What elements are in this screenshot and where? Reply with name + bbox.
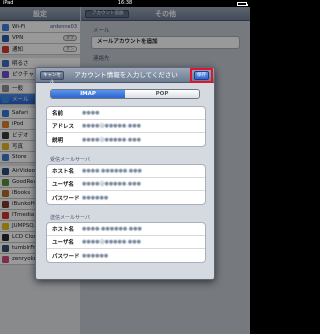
sheet-title: アカウント情報を入力してください [74,71,178,79]
address-row[interactable]: アドレス ●●●●@●●●●●.●●● [47,120,205,133]
outgoing-password-field[interactable]: ●●●●●● [82,253,108,259]
incoming-user-label: ユーザ名 [52,182,74,188]
outgoing-server-header: 送信メールサーバ [50,215,90,221]
incoming-host-label: ホスト名 [52,169,75,175]
ipad-screen: iPad 16:38 設定 Wi-Fi ardenne03 VPN オフ 通知 オン 明るさ… [0,0,250,334]
outgoing-user-row[interactable]: ユーザ名 ●●●●@●●●●●.●●● [47,236,205,249]
address-field[interactable]: ●●●●@●●●●●.●●● [82,123,141,129]
description-label: 説明 [52,137,64,144]
status-bar: iPad 16:38 [0,0,250,7]
outgoing-user-label: ユーザ名 [52,240,74,246]
address-label: アドレス [52,124,75,130]
tab-imap[interactable]: IMAP [51,90,125,98]
outgoing-host-row[interactable]: ホスト名 ●●●●.●●●●●●.●●● [47,223,205,236]
incoming-password-field[interactable]: ●●●●●● [82,195,108,201]
outgoing-server-group: ホスト名 ●●●●.●●●●●●.●●● ユーザ名 ●●●●@●●●●●.●●●… [46,222,206,263]
incoming-password-label: パスワード [52,195,80,202]
cancel-button[interactable]: キャンセル [40,71,64,85]
sheet-navbar: キャンセル アカウント情報を入力してください 保存 [36,68,214,85]
incoming-host-field[interactable]: ●●●●.●●●●●●.●●● [82,168,142,174]
outgoing-user-field[interactable]: ●●●●@●●●●●.●●● [82,239,141,245]
outgoing-password-label: パスワード [52,253,80,260]
name-row[interactable]: 名前 ●●●● [47,107,205,120]
battery-icon [237,2,248,6]
incoming-server-group: ホスト名 ●●●●.●●●●●●.●●● ユーザ名 ●●●●@●●●●●.●●●… [46,164,206,205]
incoming-password-row[interactable]: パスワード ●●●●●● [47,191,205,204]
name-field[interactable]: ●●●● [82,110,99,116]
incoming-host-row[interactable]: ホスト名 ●●●●.●●●●●●.●●● [47,165,205,178]
save-highlight-box [190,68,213,83]
outgoing-password-row[interactable]: パスワード ●●●●●● [47,249,205,262]
account-info-sheet: キャンセル アカウント情報を入力してください 保存 IMAP POP 名前 ●●… [35,67,215,280]
incoming-server-header: 受信メールサーバ [50,157,90,163]
protocol-segmented-control: IMAP POP [50,89,200,99]
outgoing-host-label: ホスト名 [52,227,75,233]
description-row[interactable]: 説明 ●●●●@●●●●●.●●● [47,133,205,146]
account-group: 名前 ●●●● アドレス ●●●●@●●●●●.●●● 説明 ●●●●@●●●●… [46,106,206,147]
clock: 16:38 [117,0,133,6]
incoming-user-field[interactable]: ●●●●@●●●●●.●●● [82,181,141,187]
incoming-user-row[interactable]: ユーザ名 ●●●●@●●●●●.●●● [47,178,205,191]
description-field[interactable]: ●●●●@●●●●●.●●● [82,137,141,143]
name-label: 名前 [52,111,64,117]
outgoing-host-field[interactable]: ●●●●.●●●●●●.●●● [82,226,142,232]
tab-pop[interactable]: POP [125,90,199,98]
